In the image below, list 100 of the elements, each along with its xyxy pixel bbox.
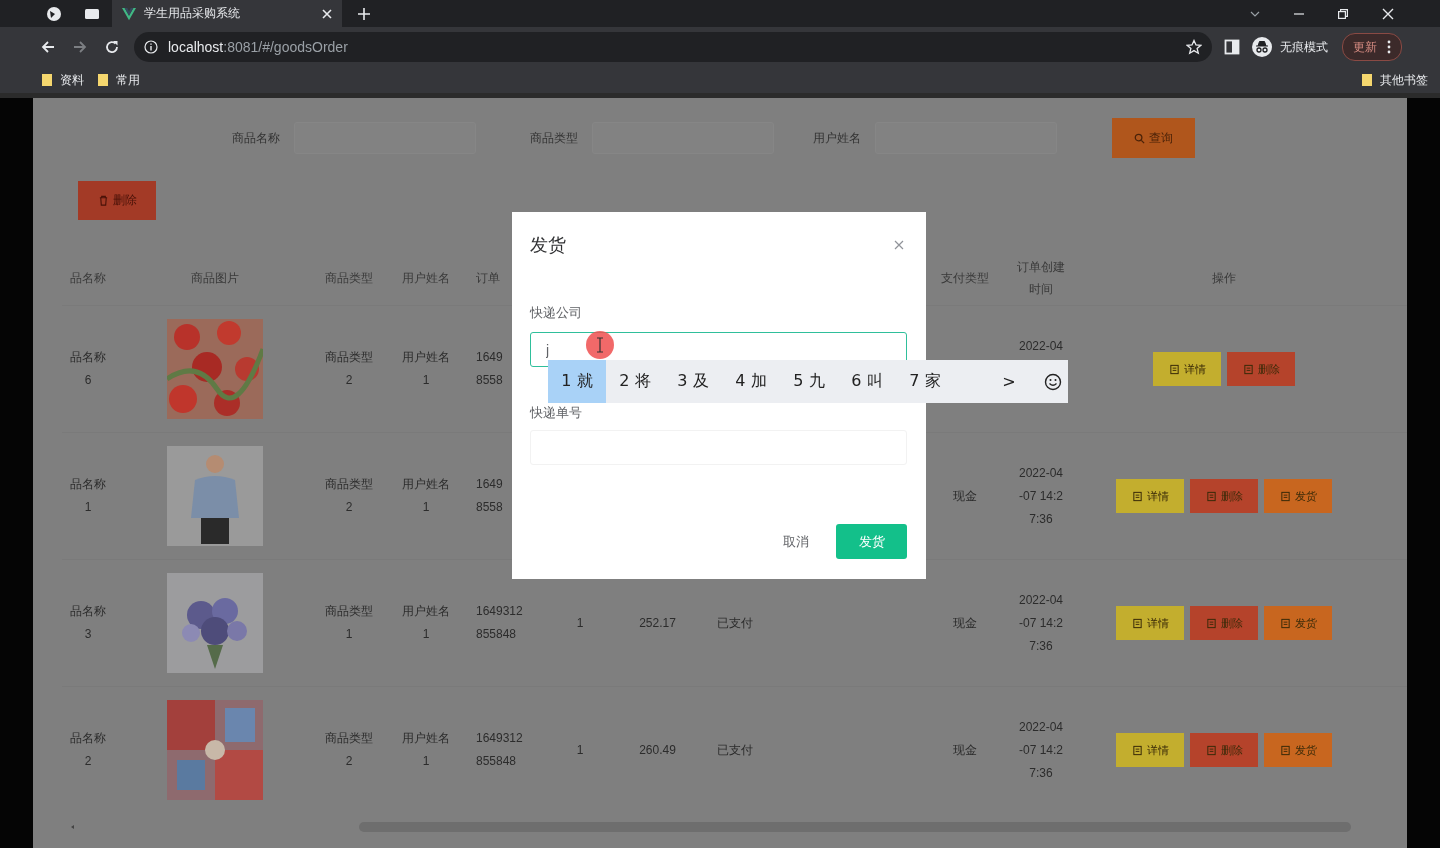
- table-cell-text: 2: [345, 372, 353, 389]
- reload-icon[interactable]: [104, 39, 120, 55]
- table-cell-text: 用户姓名: [402, 603, 450, 620]
- document-icon: [1205, 617, 1217, 629]
- table-cell-text: -07 14:2: [1018, 487, 1063, 505]
- table-cell-text: 2: [345, 499, 353, 516]
- row-action-button[interactable]: 详情: [1116, 606, 1184, 640]
- field-label: 快递单号: [530, 404, 582, 422]
- folder-icon: [42, 74, 52, 86]
- table-cell-text: 1649312: [476, 730, 523, 747]
- table-cell-text: 1649312: [476, 603, 523, 620]
- document-icon: [1205, 744, 1217, 756]
- table-cell-text: 2022-04: [1018, 591, 1063, 609]
- row-action-button[interactable]: 详情: [1116, 479, 1184, 513]
- document-icon: [1279, 744, 1291, 756]
- table-cell-text: 已支付: [717, 741, 753, 759]
- close-icon[interactable]: [894, 240, 904, 250]
- document-icon: [1279, 490, 1291, 502]
- table-cell-text: 1: [576, 741, 584, 759]
- info-icon[interactable]: [144, 40, 158, 54]
- column-header: 用户姓名: [402, 269, 450, 287]
- close-tab-icon[interactable]: [322, 8, 332, 19]
- bookmark-star-icon[interactable]: [1186, 39, 1202, 55]
- table-cell-text: -07 14:2: [1018, 614, 1063, 632]
- column-header: 商品图片: [191, 269, 239, 287]
- other-bookmarks-folder[interactable]: 其他书签: [1362, 71, 1428, 89]
- table-cell-text: 1649: [476, 476, 503, 493]
- search-icon: [1134, 132, 1145, 144]
- column-header: 时间: [1029, 280, 1053, 298]
- column-header: 操作: [1212, 269, 1236, 287]
- browser-logo-icon[interactable]: [46, 5, 62, 22]
- table-cell-text: 1: [422, 626, 430, 643]
- browser-tab[interactable]: 学生用品采购系统: [112, 0, 342, 27]
- address-bar[interactable]: localhost:8081/#/goodsOrder: [134, 32, 1212, 62]
- table-cell-text: 3: [84, 626, 92, 643]
- document-icon: [1131, 744, 1143, 756]
- search-label: 用户姓名: [813, 129, 861, 147]
- back-icon[interactable]: [40, 39, 56, 55]
- row-action-button[interactable]: 发货: [1264, 733, 1332, 767]
- search-label: 商品名称: [232, 129, 280, 147]
- row-action-button[interactable]: 发货: [1264, 606, 1332, 640]
- table-cell-text: 252.17: [639, 614, 676, 632]
- ime-candidate[interactable]: 1 就: [548, 360, 606, 403]
- new-tab-icon[interactable]: [358, 7, 370, 20]
- column-header: 订单创建: [1017, 258, 1065, 276]
- document-icon: [1131, 617, 1143, 629]
- update-button[interactable]: 更新: [1342, 33, 1402, 61]
- column-header: 商品类型: [325, 269, 373, 287]
- close-window-icon[interactable]: [1382, 7, 1394, 20]
- table-cell-text: 现金: [953, 614, 977, 632]
- row-action-button[interactable]: 详情: [1116, 733, 1184, 767]
- document-icon: [1279, 617, 1291, 629]
- table-cell-text: 1: [422, 753, 430, 770]
- document-icon: [1205, 490, 1217, 502]
- table-cell-text: 8558: [476, 499, 503, 516]
- table-cell-text: 6: [84, 372, 92, 389]
- table-cell-text: 1: [345, 626, 353, 643]
- table-cell-text: 260.49: [639, 741, 676, 759]
- table-cell-text: 7:36: [1029, 637, 1053, 655]
- bookmark-folder[interactable]: 资料: [42, 71, 84, 89]
- table-cell-text: 7:36: [1029, 510, 1053, 528]
- search-label: 商品类型: [530, 129, 578, 147]
- scroll-left-icon[interactable]: [70, 824, 76, 830]
- dialog-title: 发货: [530, 234, 566, 257]
- table-cell-text: 品名称: [70, 476, 106, 493]
- table-cell-text: 8558: [476, 372, 503, 389]
- column-header: 品名称: [70, 269, 106, 287]
- table-cell-text: -07 14:2: [1018, 741, 1063, 759]
- document-icon: [1168, 363, 1180, 375]
- row-action-button[interactable]: 发货: [1264, 479, 1332, 513]
- table-cell-text: 商品类型: [325, 349, 373, 366]
- table-cell-text: 7:36: [1029, 764, 1053, 782]
- table-cell-text: 现金: [953, 741, 977, 759]
- next-page-button[interactable]: >: [994, 372, 1024, 391]
- side-panel-icon[interactable]: [1224, 39, 1240, 55]
- table-cell-text: 2022-04: [1018, 337, 1063, 355]
- incognito-icon: [1252, 37, 1272, 57]
- row-action-button[interactable]: 详情: [1153, 352, 1221, 386]
- table-cell-text: 商品类型: [325, 603, 373, 620]
- column-header: 订单: [476, 269, 500, 287]
- table-cell-text: 855848: [476, 626, 517, 643]
- document-icon: [1242, 363, 1254, 375]
- bookmark-folder[interactable]: 常用: [98, 71, 140, 89]
- trash-icon: [97, 195, 109, 206]
- restore-icon[interactable]: [1338, 8, 1348, 19]
- table-cell-text: 商品类型: [325, 730, 373, 747]
- forward-icon[interactable]: [72, 39, 88, 55]
- table-cell-text: 2: [84, 753, 92, 770]
- table-cell-text: 品名称: [70, 730, 106, 747]
- table-cell-text: 用户姓名: [402, 349, 450, 366]
- table-cell-text: 2022-04: [1018, 464, 1063, 482]
- emoji-icon[interactable]: [1044, 372, 1062, 391]
- table-cell-text: 855848: [476, 753, 517, 770]
- column-header: 支付类型: [941, 269, 989, 287]
- more-vertical-icon: [1387, 40, 1391, 54]
- table-cell-text: 1: [422, 499, 430, 516]
- incognito-profile-button[interactable]: 无痕模式: [1252, 37, 1328, 57]
- table-cell-text: 已支付: [717, 614, 753, 632]
- folder-icon: [98, 74, 108, 86]
- table-cell-text: 用户姓名: [402, 730, 450, 747]
